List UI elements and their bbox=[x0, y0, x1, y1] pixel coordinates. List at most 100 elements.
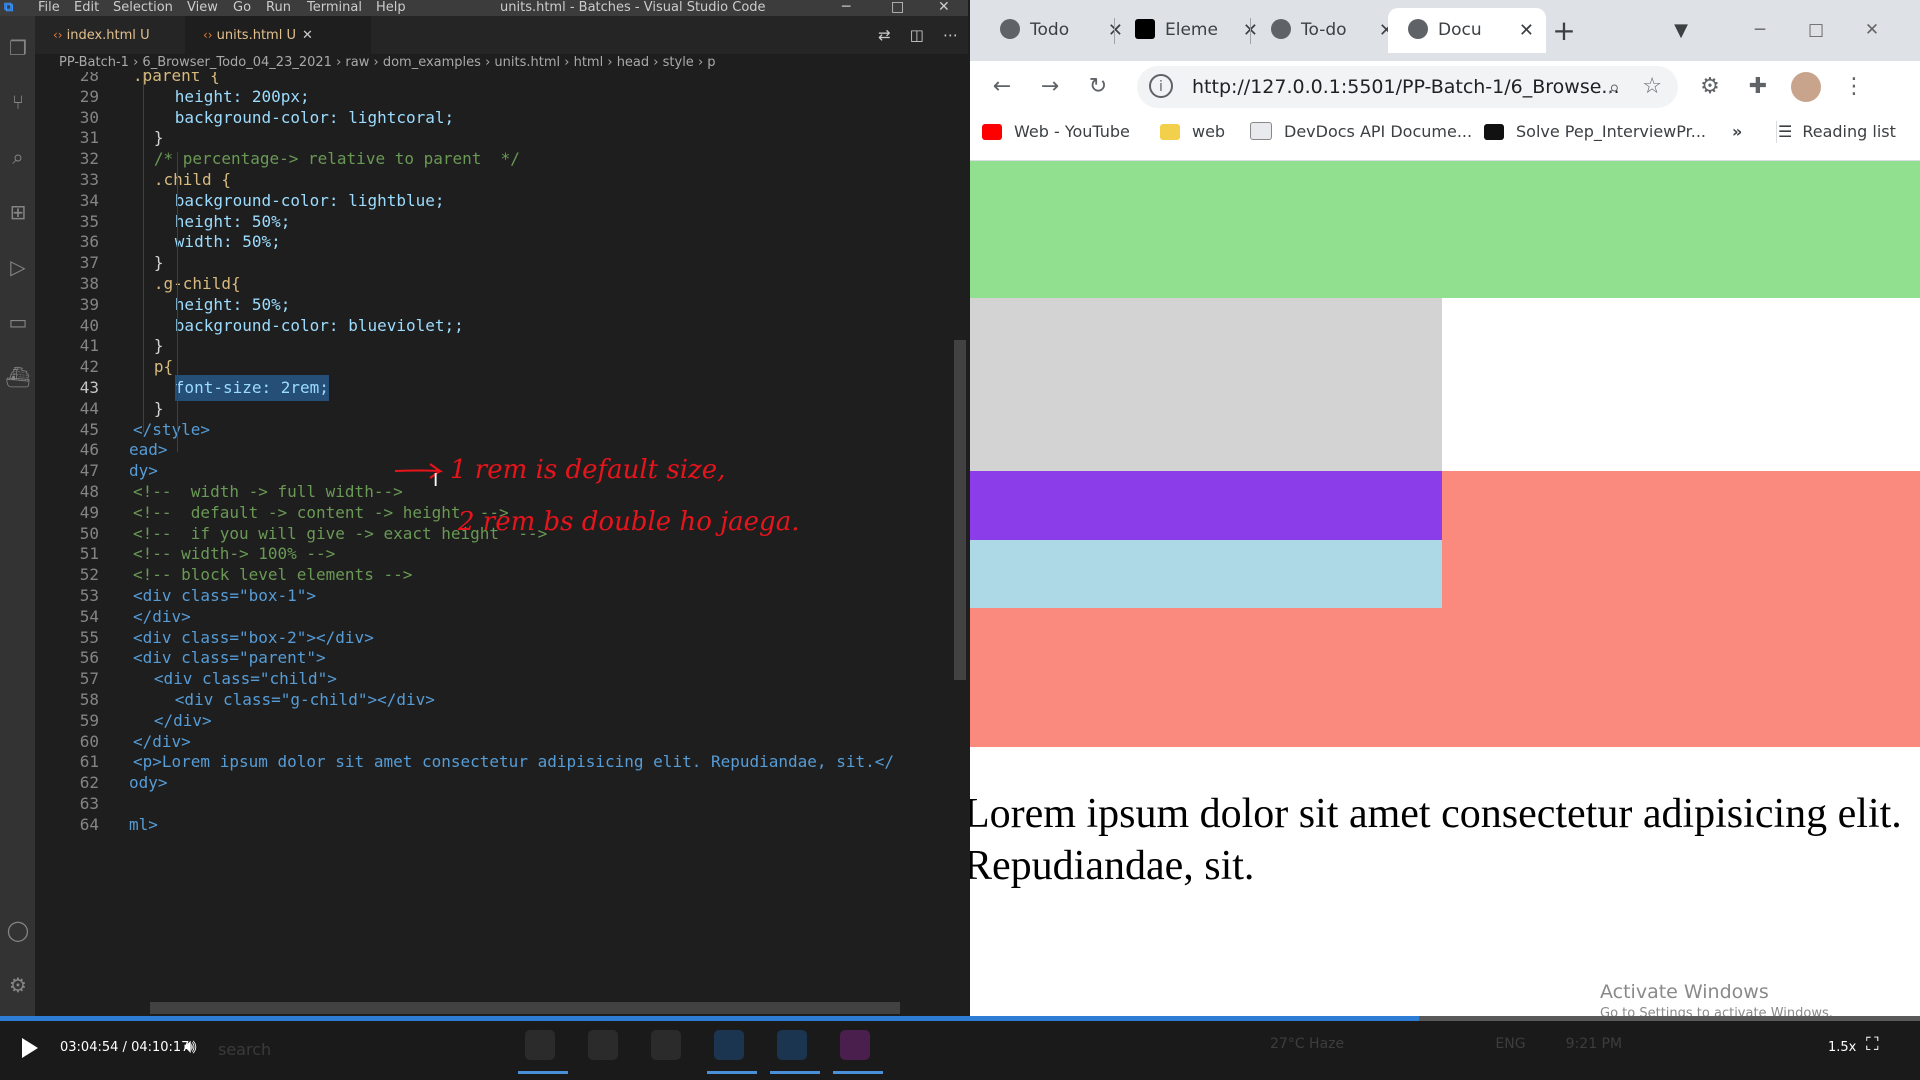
more-actions-icon[interactable]: ⋯ bbox=[943, 26, 958, 44]
clock-text: 9:21 PM bbox=[1565, 1036, 1623, 1052]
reading-list-button[interactable]: ☰ Reading list bbox=[1778, 113, 1896, 151]
chrome-tab-elements[interactable]: Eleme✕ bbox=[1115, 8, 1270, 53]
breadcrumb-item[interactable]: raw bbox=[345, 55, 369, 70]
playback-speed[interactable]: 1.5x bbox=[1828, 1038, 1856, 1058]
explorer-icon[interactable]: ❐ bbox=[4, 34, 32, 62]
bookmark-divider bbox=[1776, 121, 1777, 143]
run-debug-icon[interactable]: ▷ bbox=[4, 253, 32, 281]
tab-index-html[interactable]: ‹› index.html U bbox=[35, 16, 203, 54]
taskbar-active-indicator bbox=[833, 1071, 883, 1074]
open-changes-icon[interactable]: ⇄ bbox=[878, 26, 891, 44]
chrome-tab-todo[interactable]: Todo ✕ bbox=[980, 8, 1135, 53]
g-child-box bbox=[970, 471, 1442, 540]
maximize-icon[interactable]: □ bbox=[891, 0, 904, 14]
chrome-tab-document[interactable]: Docu ✕ bbox=[1388, 8, 1546, 53]
horizontal-scrollbar[interactable] bbox=[150, 1002, 900, 1014]
bookmark-star-icon[interactable]: ☆ bbox=[1642, 66, 1662, 108]
activate-windows-subtitle: Go to Settings to activate Windows. bbox=[1600, 1006, 1833, 1016]
breadcrumb-item[interactable]: head bbox=[617, 55, 649, 70]
menu-selection[interactable]: Selection bbox=[113, 0, 173, 16]
play-icon[interactable] bbox=[22, 1038, 38, 1058]
close-window-icon[interactable]: ✕ bbox=[938, 0, 950, 14]
fullscreen-exit-icon[interactable]: ⛶ bbox=[1866, 1034, 1879, 1055]
split-editor-icon[interactable]: ◫ bbox=[910, 26, 924, 44]
address-bar[interactable]: i http://127.0.0.1:5501/PP-Batch-1/6_Bro… bbox=[1137, 66, 1678, 108]
bookmark-devdocs[interactable]: DevDocs API Docume... bbox=[1250, 113, 1472, 151]
box-1 bbox=[970, 161, 1920, 298]
taskbar-active-indicator bbox=[707, 1071, 757, 1074]
zoom-icon[interactable]: ⌕ bbox=[1609, 66, 1620, 108]
line-number: 64 bbox=[79, 814, 99, 834]
bookmark-web-youtube[interactable]: Web - YouTube bbox=[982, 113, 1130, 151]
bookmark-label: Solve Pep_InterviewPr... bbox=[1516, 122, 1706, 141]
settings-gear-icon[interactable]: ⚙ bbox=[4, 971, 32, 999]
site-info-icon[interactable]: i bbox=[1149, 74, 1173, 98]
breadcrumb: PP-Batch-1 › 6_Browser_Todo_04_23_2021 ›… bbox=[35, 54, 968, 72]
menu-view[interactable]: View bbox=[187, 0, 218, 16]
docker-icon[interactable]: ⛴ bbox=[4, 363, 32, 391]
extensions-icon[interactable]: ⊞ bbox=[4, 198, 32, 226]
vertical-scrollbar[interactable] bbox=[954, 340, 966, 680]
menu-help[interactable]: Help bbox=[376, 0, 406, 16]
time-separator: / bbox=[122, 1040, 127, 1055]
menu-file[interactable]: File bbox=[38, 0, 60, 16]
reload-icon[interactable]: ↻ bbox=[1080, 69, 1116, 105]
menu-go[interactable]: Go bbox=[233, 0, 251, 16]
bookmark-web-folder[interactable]: web bbox=[1160, 113, 1225, 151]
accounts-icon[interactable]: ◯ bbox=[4, 916, 32, 944]
devdocs-icon bbox=[1250, 122, 1272, 140]
tab-units-html[interactable]: ‹› units.html U ✕ bbox=[185, 16, 371, 54]
close-window-icon[interactable]: ✕ bbox=[1852, 8, 1892, 53]
web-page-viewport[interactable]: Lorem ipsum dolor sit amet consectetur a… bbox=[970, 161, 1920, 1016]
source-control-icon[interactable]: ⑂ bbox=[4, 88, 32, 116]
tab-search-icon[interactable]: ▼ bbox=[1666, 8, 1696, 53]
vscode-logo-icon: ⧉ bbox=[4, 0, 14, 15]
activity-bar: ❐ ⑂ ⌕ ⊞ ▷ ▭ ⛴ ◯ ⚙ bbox=[0, 16, 35, 1016]
breadcrumb-item[interactable]: style bbox=[663, 55, 694, 70]
maximize-icon[interactable]: □ bbox=[1796, 8, 1836, 53]
bookmark-solve-pep[interactable]: Solve Pep_InterviewPr... bbox=[1484, 113, 1706, 151]
seek-bar-progress bbox=[0, 1016, 1419, 1021]
close-tab-icon[interactable]: ✕ bbox=[1519, 8, 1534, 53]
language-text: ENG bbox=[1495, 1036, 1526, 1052]
menu-run[interactable]: Run bbox=[266, 0, 291, 16]
total-time: 04:10:17 bbox=[131, 1040, 190, 1055]
breadcrumb-item[interactable]: 6_Browser_Todo_04_23_2021 bbox=[142, 55, 332, 70]
new-tab-button[interactable]: + bbox=[1544, 8, 1584, 53]
forward-icon[interactable]: → bbox=[1032, 69, 1068, 105]
search-icon[interactable]: ⌕ bbox=[4, 143, 32, 171]
volume-icon[interactable]: 🔊︎ bbox=[184, 1034, 197, 1058]
html-file-icon: ‹› bbox=[53, 28, 63, 42]
breadcrumb-item[interactable]: p bbox=[707, 55, 715, 70]
chrome-window: Todo✕ Eleme✕ To-do✕ Docu ✕ + ▼ ─ □ ✕ ← → … bbox=[970, 0, 1920, 1016]
meeting-taskbar-icon bbox=[777, 1030, 807, 1060]
code-editor[interactable]: 28 .parent {29 height: 200px; 30 background-… bbox=[35, 72, 968, 1016]
tab-status: U bbox=[140, 28, 150, 43]
chrome-tab-to-do[interactable]: To-do ✕ bbox=[1251, 8, 1406, 53]
chrome-menu-icon[interactable]: ⋮ bbox=[1836, 69, 1872, 105]
breadcrumb-separator-icon: › bbox=[693, 55, 708, 70]
more-bookmarks-button[interactable]: » bbox=[1732, 113, 1742, 151]
menu-terminal[interactable]: Terminal bbox=[307, 0, 362, 16]
breadcrumb-separator-icon: › bbox=[649, 55, 663, 70]
profile-avatar[interactable] bbox=[1788, 69, 1824, 105]
breadcrumb-item[interactable]: html bbox=[574, 55, 604, 70]
remote-explorer-icon[interactable]: ▭ bbox=[4, 308, 32, 336]
minimize-icon[interactable]: ─ bbox=[1740, 8, 1780, 53]
close-tab-icon[interactable]: ✕ bbox=[302, 28, 313, 43]
code-text: ml> bbox=[129, 814, 158, 834]
minimize-icon[interactable]: ─ bbox=[842, 0, 850, 14]
taskbar-search-ghost: search bbox=[218, 1040, 272, 1059]
reading-list-icon: ☰ bbox=[1778, 122, 1793, 141]
vscode-taskbar-icon bbox=[714, 1030, 744, 1060]
extensions-puzzle-icon[interactable]: ✚ bbox=[1740, 69, 1776, 105]
globe-icon bbox=[1000, 19, 1020, 39]
menu-edit[interactable]: Edit bbox=[74, 0, 99, 16]
extension-settings-icon[interactable]: ⚙ bbox=[1692, 69, 1728, 105]
breadcrumb-item[interactable]: units.html bbox=[494, 55, 560, 70]
breadcrumb-item[interactable]: dom_examples bbox=[383, 55, 481, 70]
bookmarks-bar: Web - YouTube web DevDocs API Docume... … bbox=[970, 113, 1920, 161]
back-icon[interactable]: ← bbox=[984, 69, 1020, 105]
breadcrumb-item[interactable]: PP-Batch-1 bbox=[59, 55, 129, 70]
taskbar-active-indicator bbox=[518, 1071, 568, 1074]
